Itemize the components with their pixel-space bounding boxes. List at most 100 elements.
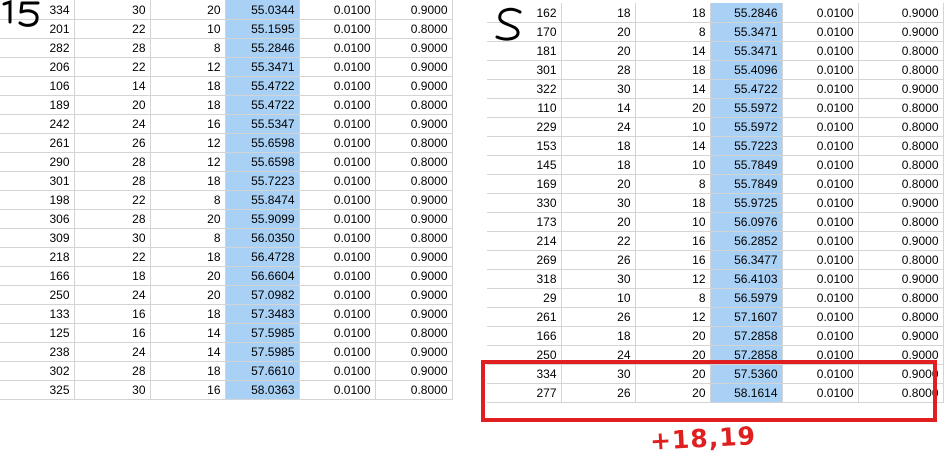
table-cell[interactable]: 0.9000	[858, 345, 944, 365]
table-cell[interactable]: 55.5972	[710, 98, 783, 118]
table-cell[interactable]: 18	[635, 3, 711, 23]
table-cell[interactable]: 242	[0, 114, 75, 134]
table-cell[interactable]: 0.0100	[299, 57, 376, 77]
table-cell[interactable]: 0.0100	[299, 361, 376, 381]
table-cell[interactable]: 0.0100	[782, 345, 859, 365]
table-cell[interactable]: 28	[74, 38, 151, 58]
table-cell[interactable]: 261	[0, 133, 75, 153]
table-cell[interactable]: 55.4096	[710, 60, 783, 80]
table-cell[interactable]: 14	[150, 323, 226, 343]
table-cell[interactable]: 57.2858	[710, 326, 783, 346]
table-cell[interactable]: 153	[487, 136, 562, 156]
table-cell[interactable]: 0.0100	[299, 133, 376, 153]
table-cell[interactable]: 0.9000	[858, 79, 944, 99]
table-cell[interactable]: 55.7849	[710, 155, 783, 175]
table-cell[interactable]: 0.9000	[858, 22, 944, 42]
table-cell[interactable]: 173	[487, 212, 562, 232]
table-cell[interactable]: 0.0100	[782, 193, 859, 213]
table-cell[interactable]: 0.9000	[375, 114, 453, 134]
table-cell[interactable]: 58.0363	[225, 380, 300, 400]
table-cell[interactable]: 30	[74, 380, 151, 400]
table-cell[interactable]: 0.9000	[858, 364, 944, 384]
table-cell[interactable]: 8	[635, 174, 711, 194]
table-cell[interactable]: 0.8000	[858, 288, 944, 308]
table-cell[interactable]: 166	[487, 326, 562, 346]
table-cell[interactable]: 18	[150, 95, 226, 115]
table-cell[interactable]: 12	[635, 307, 711, 327]
table-cell[interactable]: 0.0100	[782, 60, 859, 80]
table-cell[interactable]: 58.1614	[710, 383, 783, 403]
table-cell[interactable]: 0.0100	[299, 266, 376, 286]
table-cell[interactable]: 334	[487, 364, 562, 384]
table-cell[interactable]: 0.0100	[782, 364, 859, 384]
table-cell[interactable]: 106	[0, 76, 75, 96]
table-cell[interactable]: 30	[561, 79, 636, 99]
table-cell[interactable]: 214	[487, 231, 562, 251]
table-cell[interactable]: 0.0100	[299, 190, 376, 210]
table-cell[interactable]: 0.0100	[299, 0, 376, 20]
table-cell[interactable]: 0.0100	[299, 247, 376, 267]
table-cell[interactable]: 0.0100	[782, 22, 859, 42]
table-cell[interactable]: 30	[561, 364, 636, 384]
table-cell[interactable]: 55.5972	[710, 117, 783, 137]
table-cell[interactable]: 18	[561, 155, 636, 175]
table-cell[interactable]: 55.6598	[225, 133, 300, 153]
table-cell[interactable]: 55.2846	[710, 3, 783, 23]
table-cell[interactable]: 0.8000	[858, 136, 944, 156]
table-cell[interactable]: 55.4722	[225, 95, 300, 115]
table-cell[interactable]: 0.8000	[375, 380, 453, 400]
table-cell[interactable]: 0.9000	[858, 193, 944, 213]
table-cell[interactable]: 20	[561, 22, 636, 42]
table-cell[interactable]: 0.9000	[375, 38, 453, 58]
table-cell[interactable]: 28	[74, 171, 151, 191]
table-cell[interactable]: 16	[74, 323, 151, 343]
table-cell[interactable]: 18	[150, 76, 226, 96]
table-cell[interactable]: 57.3483	[225, 304, 300, 324]
table-cell[interactable]: 55.7223	[225, 171, 300, 191]
table-cell[interactable]: 0.0100	[299, 114, 376, 134]
table-cell[interactable]: 261	[487, 307, 562, 327]
table-cell[interactable]: 8	[150, 228, 226, 248]
table-cell[interactable]: 0.9000	[858, 3, 944, 23]
table-cell[interactable]: 0.0100	[782, 136, 859, 156]
table-cell[interactable]: 0.9000	[375, 285, 453, 305]
table-cell[interactable]: 14	[635, 41, 711, 61]
table-cell[interactable]: 0.9000	[858, 231, 944, 251]
table-cell[interactable]: 0.8000	[858, 117, 944, 137]
table-cell[interactable]: 20	[74, 95, 151, 115]
table-cell[interactable]: 166	[0, 266, 75, 286]
table-cell[interactable]: 24	[561, 117, 636, 137]
table-cell[interactable]: 20	[150, 285, 226, 305]
table-cell[interactable]: 55.0344	[225, 0, 300, 20]
table-cell[interactable]: 16	[150, 380, 226, 400]
table-cell[interactable]: 18	[561, 326, 636, 346]
table-cell[interactable]: 55.7849	[710, 174, 783, 194]
table-cell[interactable]: 0.0100	[299, 152, 376, 172]
table-cell[interactable]: 55.4722	[710, 79, 783, 99]
table-cell[interactable]: 22	[74, 190, 151, 210]
table-cell[interactable]: 318	[487, 269, 562, 289]
table-cell[interactable]: 56.4728	[225, 247, 300, 267]
table-cell[interactable]: 145	[487, 155, 562, 175]
table-cell[interactable]: 0.0100	[782, 3, 859, 23]
table-cell[interactable]: 14	[561, 98, 636, 118]
table-cell[interactable]: 322	[487, 79, 562, 99]
table-cell[interactable]: 16	[74, 304, 151, 324]
table-cell[interactable]: 20	[561, 174, 636, 194]
table-cell[interactable]: 250	[0, 285, 75, 305]
table-cell[interactable]: 55.7223	[710, 136, 783, 156]
table-cell[interactable]: 18	[150, 247, 226, 267]
table-cell[interactable]: 22	[561, 231, 636, 251]
table-cell[interactable]: 229	[487, 117, 562, 137]
table-cell[interactable]: 0.0100	[299, 380, 376, 400]
table-cell[interactable]: 0.8000	[858, 41, 944, 61]
table-cell[interactable]: 0.0100	[782, 174, 859, 194]
table-cell[interactable]: 55.4722	[225, 76, 300, 96]
table-cell[interactable]: 0.8000	[375, 228, 453, 248]
table-cell[interactable]: 0.0100	[299, 95, 376, 115]
table-cell[interactable]: 0.0100	[299, 38, 376, 58]
table-cell[interactable]: 18	[150, 304, 226, 324]
table-cell[interactable]: 10	[635, 117, 711, 137]
table-cell[interactable]: 0.8000	[858, 383, 944, 403]
table-cell[interactable]: 0.0100	[299, 285, 376, 305]
